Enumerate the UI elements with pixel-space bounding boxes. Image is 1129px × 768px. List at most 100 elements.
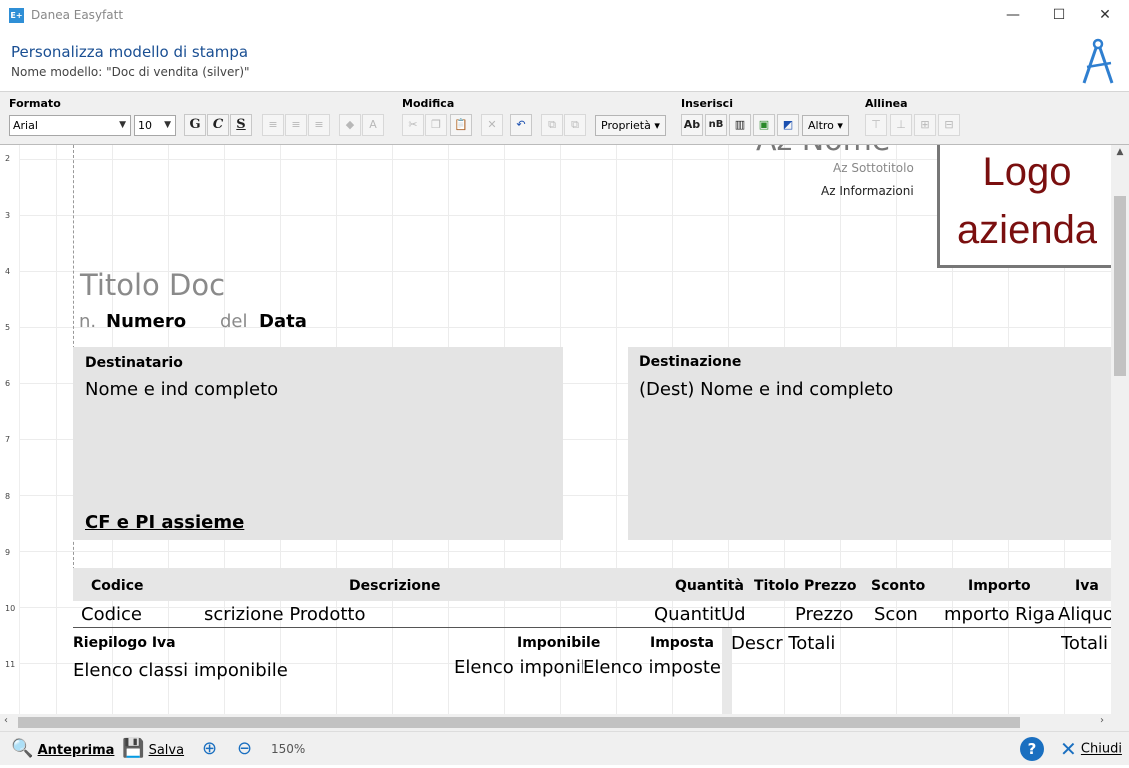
cell-description[interactable]: scrizione Prodotto <box>204 604 365 625</box>
number-field[interactable]: Numero <box>106 311 186 332</box>
allinea-label: Allinea <box>865 97 908 110</box>
scroll-right-icon[interactable]: › <box>1100 715 1104 726</box>
italic-button[interactable]: C <box>207 114 229 136</box>
date-field[interactable]: Data <box>259 311 307 332</box>
company-info-field[interactable]: Az Informazioni <box>821 184 914 198</box>
save-button[interactable]: 💾 Salva <box>122 732 184 766</box>
tax-list-field[interactable]: Elenco imposte <box>583 657 721 678</box>
recipient-tax-field[interactable]: CF e PI assieme <box>85 512 244 533</box>
save-icon: 💾 <box>122 738 145 759</box>
vertical-scroll-thumb[interactable] <box>1114 196 1126 376</box>
col-header-code[interactable]: Codice <box>91 578 144 594</box>
shape-icon[interactable]: ◩ <box>777 114 799 136</box>
font-size-select[interactable]: 10 ▼ <box>134 115 176 136</box>
col-header-description[interactable]: Descrizione <box>349 578 440 594</box>
insert-field-icon[interactable]: nB <box>705 114 727 136</box>
align-horizontal-icon[interactable]: ⊟ <box>938 114 960 136</box>
totals-desc-field[interactable]: Descr Totali <box>731 633 835 654</box>
vat-classes-field[interactable]: Elenco classi imponibile <box>73 660 288 681</box>
undo-icon[interactable]: ↶ <box>510 114 532 136</box>
destination-label: Destinazione <box>639 354 742 370</box>
doc-title-field[interactable]: Titolo Doc <box>80 268 225 302</box>
bold-button[interactable]: G <box>184 114 206 136</box>
destination-name-field[interactable]: (Dest) Nome e ind completo <box>639 379 893 400</box>
chevron-down-icon: ▾ <box>654 119 660 132</box>
underline-button[interactable]: S <box>230 114 252 136</box>
destination-box[interactable] <box>628 347 1111 540</box>
scroll-left-icon[interactable]: ‹ <box>4 715 8 726</box>
totals-field[interactable]: Totali <box>1061 633 1111 654</box>
recipient-name-field[interactable]: Nome e ind completo <box>85 379 278 400</box>
company-subtitle-field[interactable]: Az Sottotitolo <box>833 161 914 175</box>
ruler-mark: 2 <box>5 154 11 163</box>
align-left-icon[interactable]: ≡ <box>262 114 284 136</box>
close-window-button[interactable]: ✕ <box>1082 0 1128 31</box>
paste-icon[interactable]: 📋 <box>450 114 472 136</box>
ruler-mark: 5 <box>5 323 11 332</box>
col-header-vat[interactable]: Iva <box>1075 578 1099 594</box>
chevron-down-icon: ▼ <box>119 120 126 130</box>
date-prefix: del <box>220 311 248 332</box>
col-header-quantity[interactable]: Quantità <box>675 578 744 594</box>
copy-icon[interactable]: ❐ <box>425 114 447 136</box>
horizontal-scroll-thumb[interactable] <box>18 717 1020 728</box>
ruler-mark: 7 <box>5 435 11 444</box>
taxable-list-field[interactable]: Elenco imponib <box>454 657 583 678</box>
align-center-icon[interactable]: ≡ <box>285 114 307 136</box>
cell-unit[interactable]: Ud <box>721 604 745 625</box>
recipient-label: Destinatario <box>85 355 183 371</box>
preview-button[interactable]: 🔍 Anteprima <box>11 732 114 766</box>
bottom-bar: 🔍 Anteprima 💾 Salva ⊕ ⊖ 150% ? ✕ Chiudi <box>0 731 1129 765</box>
cell-quantity[interactable]: Quantit <box>654 604 722 625</box>
close-label: Chiudi <box>1080 741 1122 757</box>
cell-vat[interactable]: Aliquot <box>1058 604 1111 625</box>
preview-icon: 🔍 <box>11 738 34 759</box>
bring-front-icon[interactable]: ⧉ <box>541 114 563 136</box>
number-prefix: n. <box>79 311 97 332</box>
font-select[interactable]: Arial ▼ <box>9 115 131 136</box>
ruler-mark: 3 <box>5 211 11 220</box>
cell-code[interactable]: Codice <box>81 604 142 625</box>
insert-text-button[interactable]: Ab <box>681 114 703 136</box>
properties-button[interactable]: Proprietà ▾ <box>595 115 666 136</box>
zoom-in-icon[interactable]: ⊕ <box>202 732 217 766</box>
align-vertical-icon[interactable]: ⊞ <box>914 114 936 136</box>
help-icon[interactable]: ? <box>1020 732 1044 766</box>
other-insert-button[interactable]: Altro ▾ <box>802 115 849 136</box>
page-title: Personalizza modello di stampa <box>11 43 249 61</box>
cell-amount[interactable]: mporto Riga <box>944 604 1054 625</box>
window-title: Danea Easyfatt <box>31 8 124 22</box>
col-header-price[interactable]: Titolo Prezzo <box>754 578 857 594</box>
fill-color-icon[interactable]: ◆ <box>339 114 361 136</box>
send-back-icon[interactable]: ⧉ <box>564 114 586 136</box>
maximize-button[interactable]: ☐ <box>1036 0 1082 31</box>
scroll-up-icon[interactable]: ▲ <box>1111 147 1129 157</box>
minimize-button[interactable]: — <box>990 0 1036 31</box>
delete-icon[interactable]: ✕ <box>481 114 503 136</box>
taxable-label: Imponibile <box>517 635 601 651</box>
other-label: Altro <box>808 119 834 132</box>
design-canvas[interactable]: 2 3 4 5 6 7 8 9 10 11 Az Nome Az Sottoti… <box>0 145 1111 714</box>
close-button[interactable]: ✕ Chiudi <box>1060 732 1122 766</box>
preview-label: Anteprima <box>37 743 115 758</box>
company-logo[interactable]: Logo azienda <box>937 145 1111 268</box>
zoom-out-icon[interactable]: ⊖ <box>237 732 252 766</box>
font-color-icon[interactable]: A <box>362 114 384 136</box>
cut-icon[interactable]: ✂ <box>402 114 424 136</box>
ruler-mark: 11 <box>5 660 16 669</box>
logo-text: Logo azienda <box>956 150 1098 252</box>
chevron-down-icon: ▾ <box>837 119 843 132</box>
cell-discount[interactable]: Scon <box>874 604 918 625</box>
template-name: Nome modello: "Doc di vendita (silver)" <box>11 65 250 79</box>
col-header-amount[interactable]: Importo <box>968 578 1031 594</box>
ruler-mark: 9 <box>5 548 11 557</box>
align-bottom-icon[interactable]: ⊥ <box>890 114 912 136</box>
col-header-discount[interactable]: Sconto <box>871 578 925 594</box>
align-right-icon[interactable]: ≡ <box>308 114 330 136</box>
cell-price[interactable]: Prezzo <box>795 604 854 625</box>
align-top-icon[interactable]: ⊤ <box>865 114 887 136</box>
barcode-icon[interactable]: ▥ <box>729 114 751 136</box>
image-icon[interactable]: ▣ <box>753 114 775 136</box>
font-value: Arial <box>13 119 38 132</box>
company-name-field[interactable]: Az Nome <box>756 145 890 158</box>
